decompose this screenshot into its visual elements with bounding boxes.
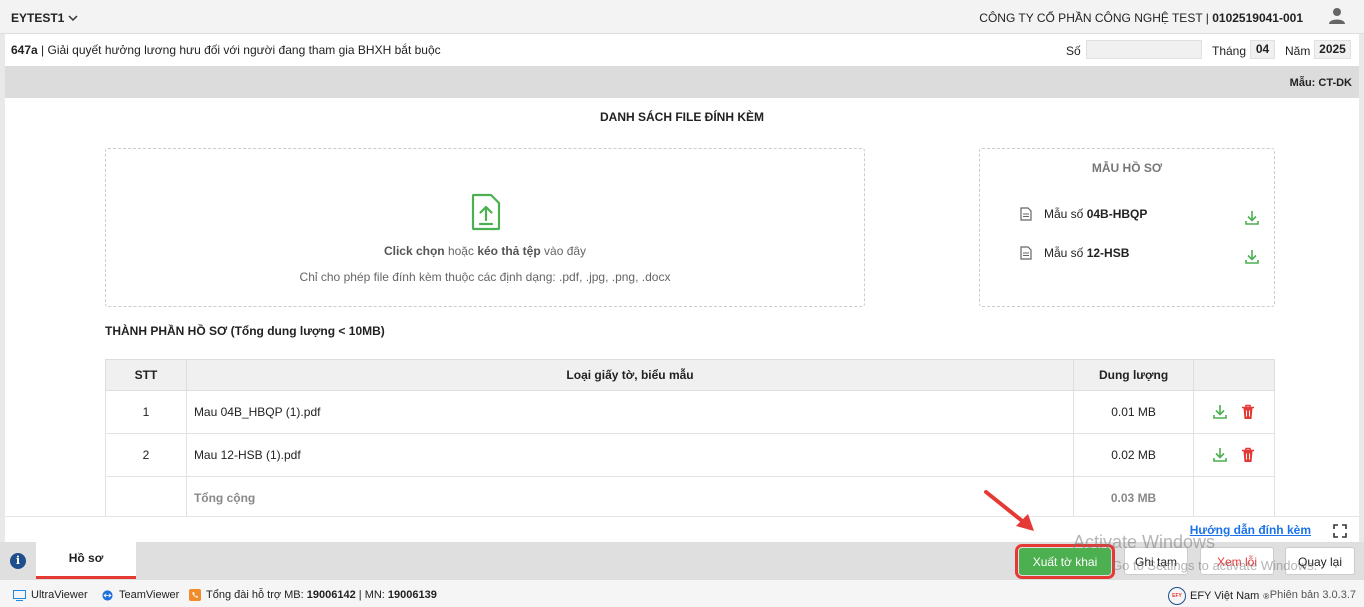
- upload-file-icon: [471, 193, 501, 231]
- efy-brand: EFY EFY Việt Nam ®: [1168, 587, 1269, 605]
- hint-here: vào đây: [540, 244, 587, 258]
- total-row: Tổng cộng 0.03 MB: [105, 476, 1275, 516]
- row-file-name: Mau 12-HSB (1).pdf: [185, 433, 1075, 477]
- company-info: CÔNG TY CỔ PHẦN CÔNG NGHỆ TEST | 0102519…: [979, 11, 1303, 25]
- row-actions: [1193, 433, 1275, 477]
- download-icon[interactable]: [1244, 210, 1260, 226]
- ultraviewer-link[interactable]: UltraViewer: [13, 589, 88, 601]
- template-code: Mẫu: CT-DK: [1289, 77, 1352, 89]
- support-hotline: Tổng đài hỗ trợ MB: 19006142 | MN: 19006…: [189, 589, 437, 601]
- top-bar: EYTEST1 CÔNG TY CỔ PHẦN CÔNG NGHỆ TEST |…: [0, 0, 1364, 34]
- fullscreen-icon[interactable]: [1333, 524, 1347, 538]
- ultraviewer-label: UltraViewer: [31, 589, 88, 601]
- tab-ho-so[interactable]: Hồ sơ: [36, 542, 136, 579]
- ultraviewer-icon: [13, 589, 26, 601]
- so-label: Số: [1066, 44, 1081, 58]
- company-name: CÔNG TY CỔ PHẦN CÔNG NGHỆ TEST: [979, 11, 1203, 25]
- total-size: 0.03 MB: [1073, 476, 1195, 516]
- form-name: | Giải quyết hưởng lương hưu đối với ngư…: [37, 43, 441, 57]
- row-size: 0.01 MB: [1073, 390, 1195, 434]
- thang-input[interactable]: 04: [1250, 40, 1275, 59]
- export-declaration-button[interactable]: Xuất tờ khai: [1015, 544, 1115, 579]
- row-stt: 2: [105, 433, 187, 477]
- teamviewer-icon: [102, 589, 113, 601]
- account-selector[interactable]: EYTEST1: [11, 11, 78, 25]
- template-panel-title: MẪU HỒ SƠ: [1091, 161, 1163, 175]
- form-title: 647a | Giải quyết hưởng lương hưu đối vớ…: [11, 43, 441, 57]
- delete-icon[interactable]: [1240, 404, 1256, 420]
- template-panel: MẪU HỒ SƠ Mẫu số 04B-HBQP Mẫu số 12-HSB: [979, 148, 1275, 307]
- download-icon[interactable]: [1244, 249, 1260, 265]
- thang-label: Tháng: [1212, 44, 1247, 58]
- download-icon[interactable]: [1212, 447, 1228, 463]
- click-select-link[interactable]: Click chọn: [384, 244, 445, 258]
- efy-logo: EFY: [1168, 587, 1186, 605]
- main-panel: DANH SÁCH FILE ĐÍNH KÈM Click chọn hoặc …: [5, 98, 1359, 516]
- efy-label: EFY Việt Nam: [1190, 590, 1260, 602]
- row-file-name: Mau 04B_HBQP (1).pdf: [185, 390, 1075, 434]
- template-item: Mẫu số 04B-HBQP: [1020, 205, 1260, 225]
- row-size: 0.02 MB: [1073, 433, 1195, 477]
- action-bar: i Hồ sơ Xuất tờ khai Ghi tạm Xem lỗi Qua…: [0, 542, 1364, 579]
- dropzone-hint: Click chọn hoặc kéo thả tệp vào đây: [106, 244, 864, 258]
- template-name: Mẫu số 12-HSB: [1044, 246, 1130, 260]
- col-actions: [1193, 359, 1275, 391]
- col-document-type: Loại giấy tờ, biểu mẫu: [185, 359, 1075, 391]
- user-icon[interactable]: [1328, 7, 1346, 25]
- info-icon[interactable]: i: [10, 553, 26, 569]
- table-row: 1 Mau 04B_HBQP (1).pdf 0.01 MB: [105, 390, 1275, 434]
- components-table: STT Loại giấy tờ, biểu mẫu Dung lượng 1 …: [105, 359, 1275, 516]
- drag-drop-text: kéo thả tệp: [477, 244, 541, 258]
- nam-label: Năm: [1285, 44, 1311, 58]
- registered-mark-icon: ®: [1263, 591, 1270, 601]
- total-label: Tổng cộng: [185, 476, 1075, 516]
- allowed-formats: Chỉ cho phép file đính kèm thuộc các địn…: [299, 270, 671, 284]
- teamviewer-link[interactable]: TeamViewer: [101, 589, 179, 601]
- table-row: 2 Mau 12-HSB (1).pdf 0.02 MB: [105, 433, 1275, 477]
- col-stt: STT: [105, 359, 187, 391]
- chevron-down-icon: [68, 15, 78, 22]
- table-header-row: STT Loại giấy tờ, biểu mẫu Dung lượng: [105, 359, 1275, 391]
- total-actions: [1193, 476, 1275, 516]
- guide-row: Hướng dẫn đính kèm: [5, 516, 1359, 542]
- status-bar: UltraViewer TeamViewer Tổng đài hỗ trợ M…: [0, 579, 1364, 607]
- teamviewer-label: TeamViewer: [119, 589, 180, 601]
- view-errors-button[interactable]: Xem lỗi: [1200, 547, 1274, 575]
- delete-icon[interactable]: [1240, 447, 1256, 463]
- version-label: Phiên bản 3.0.3.7: [1269, 589, 1356, 601]
- file-icon: [1020, 246, 1032, 260]
- nam-input[interactable]: 2025: [1314, 40, 1351, 59]
- so-input[interactable]: [1086, 40, 1202, 59]
- support-text: Tổng đài hỗ trợ MB: 19006142 | MN: 19006…: [206, 589, 437, 601]
- tax-code: 0102519041-001: [1212, 11, 1303, 25]
- template-strip: Mẫu: CT-DK: [5, 66, 1359, 98]
- row-stt: 1: [105, 390, 187, 434]
- col-size: Dung lượng: [1073, 359, 1195, 391]
- file-icon: [1020, 207, 1032, 221]
- phone-icon: [189, 589, 201, 601]
- template-name: Mẫu số 04B-HBQP: [1044, 207, 1148, 221]
- template-item: Mẫu số 12-HSB: [1020, 244, 1260, 264]
- form-code: 647a: [11, 43, 38, 57]
- form-header: 647a | Giải quyết hưởng lương hưu đối vớ…: [5, 34, 1359, 66]
- total-stt: [105, 476, 187, 516]
- hint-or: hoặc: [444, 244, 478, 258]
- back-button[interactable]: Quay lại: [1285, 547, 1355, 575]
- page-title: DANH SÁCH FILE ĐÍNH KÈM: [600, 110, 764, 124]
- attachment-guide-link[interactable]: Hướng dẫn đính kèm: [1190, 523, 1311, 537]
- save-draft-button[interactable]: Ghi tạm: [1124, 547, 1188, 575]
- download-icon[interactable]: [1212, 404, 1228, 420]
- file-dropzone[interactable]: Click chọn hoặc kéo thả tệp vào đây Chỉ …: [105, 148, 865, 307]
- row-actions: [1193, 390, 1275, 434]
- components-title: THÀNH PHẦN HỒ SƠ (Tổng dung lượng < 10MB…: [105, 324, 385, 338]
- account-name: EYTEST1: [11, 11, 65, 25]
